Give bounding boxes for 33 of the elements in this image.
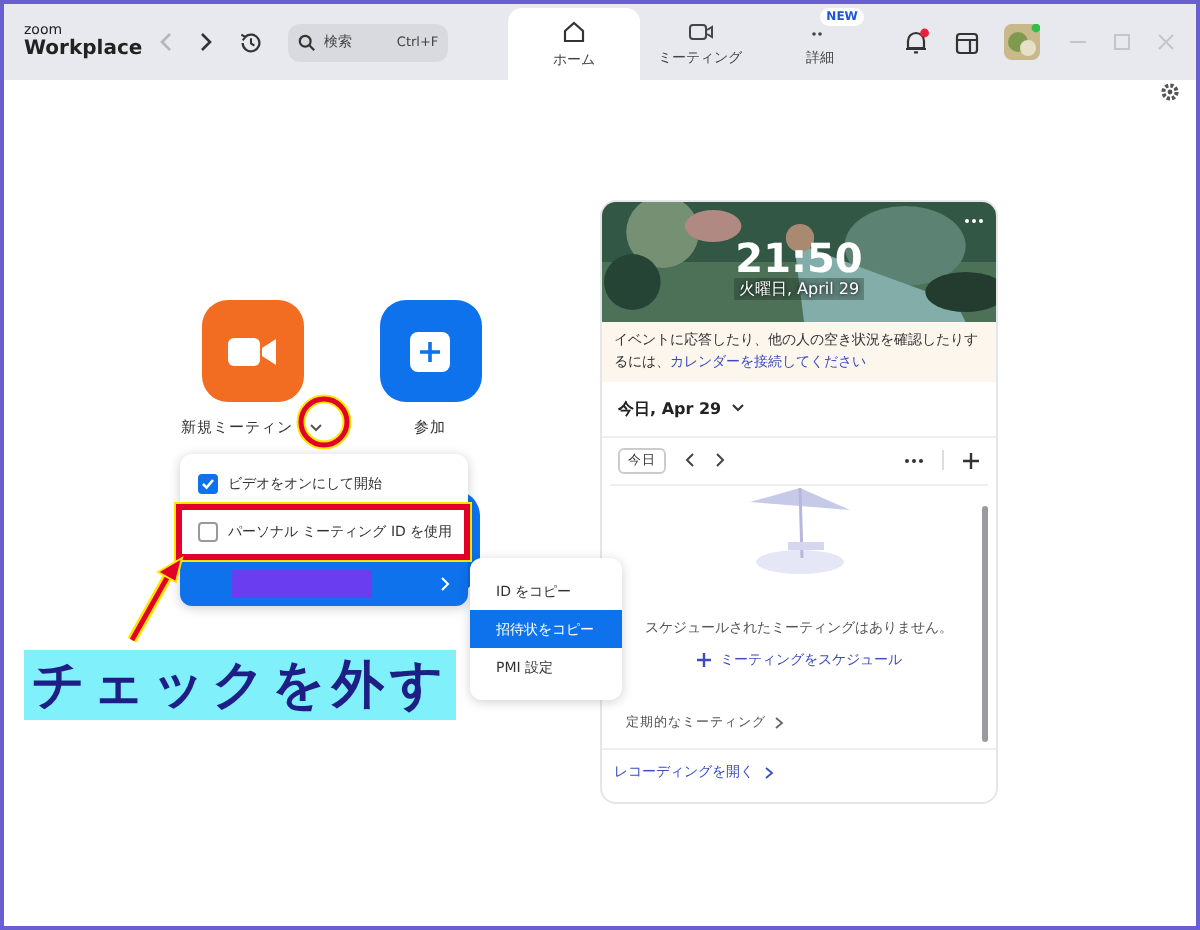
video-camera-icon [687, 21, 714, 41]
previous-icon[interactable] [684, 452, 696, 469]
chevron-right-icon [440, 576, 450, 592]
history-icon[interactable] [238, 29, 265, 55]
chevron-right-icon [774, 715, 784, 730]
plus-icon [696, 651, 712, 668]
scrollbar[interactable] [982, 505, 988, 742]
chevron-right-icon [764, 765, 774, 779]
checkbox[interactable] [198, 522, 218, 542]
new-meeting-button[interactable] [201, 300, 303, 402]
chevron-down-icon[interactable] [729, 402, 746, 415]
forward-icon[interactable] [198, 32, 215, 52]
redaction-bar [232, 570, 372, 598]
bell-icon[interactable] [902, 28, 930, 56]
settings-icon[interactable] [1160, 82, 1180, 102]
checkbox[interactable] [198, 474, 218, 494]
next-icon[interactable] [714, 452, 726, 469]
join-button[interactable] [379, 300, 481, 402]
clock-date: 火曜日, April 29 [734, 277, 864, 299]
video-camera-icon [226, 333, 278, 369]
avatar[interactable] [1004, 24, 1040, 60]
add-icon[interactable] [962, 451, 980, 470]
caret-icon[interactable] [307, 422, 323, 434]
more-icon[interactable] [964, 218, 984, 224]
plus-icon [410, 331, 450, 371]
home-icon [562, 19, 587, 43]
day-heading[interactable]: 今日, Apr 29 [618, 397, 722, 420]
more-icon[interactable] [904, 457, 924, 464]
search-icon [298, 33, 317, 51]
annotation-text: チェックを外す [24, 650, 456, 720]
highlight-circle [296, 394, 352, 450]
clock-time: 21:50 [735, 237, 863, 277]
arrow [126, 556, 186, 644]
